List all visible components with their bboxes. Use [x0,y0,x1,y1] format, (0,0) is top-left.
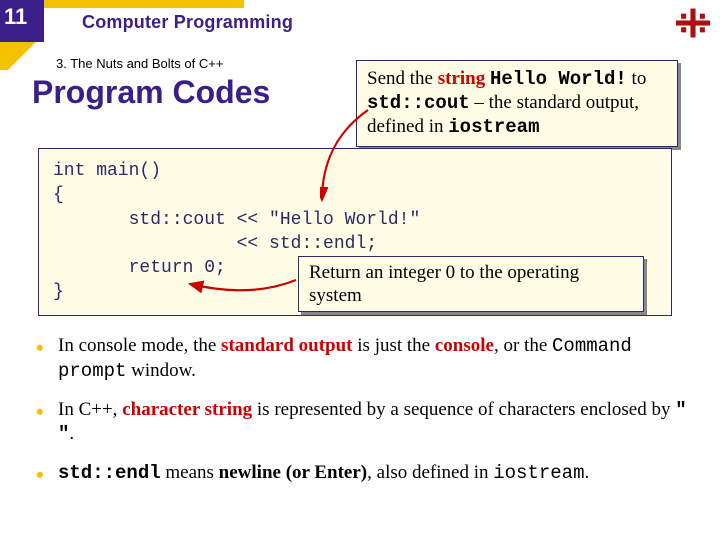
code-line: << std::endl; [53,234,377,254]
text: is represented by a sequence of characte… [252,399,675,420]
bullet-list: In console mode, the standard output is … [34,334,690,500]
text: In C++, [58,399,122,420]
text: Send the [367,68,438,89]
code-line: int main() [53,161,161,181]
text: , also defined in [367,462,493,483]
code-line: } [53,282,64,302]
list-item: std::endl means newline (or Enter), also… [34,461,690,486]
page-number: 11 [4,4,27,30]
page-title: Program Codes [32,74,270,111]
text-cout: std::cout [367,92,470,114]
text: is just the [353,335,435,356]
section-label: 3. The Nuts and Bolts of C++ [56,56,223,71]
text-hello: Hello World! [490,68,627,90]
code-line: std::cout << "Hello World!" [53,210,420,230]
text: to [627,68,647,89]
text: . [69,423,74,444]
text: Return an integer 0 to the operating sys… [309,262,579,306]
page-number-box: 11 [0,0,44,42]
text-string: string [438,68,486,89]
header-title: Computer Programming [82,12,293,33]
list-item: In console mode, the standard output is … [34,334,690,384]
list-item: In C++, character string is represented … [34,398,690,448]
text: window. [126,360,196,381]
text: . [584,462,589,483]
code-line: { [53,185,64,205]
text-iostream2: iostream [493,462,584,484]
accent-bar [44,0,244,8]
text: In console mode, the [58,335,221,356]
text: means [161,462,219,483]
text-charstring: character string [122,399,252,420]
callout-return: Return an integer 0 to the operating sys… [298,256,644,312]
callout-cout: Send the string Hello World! to std::cou… [356,60,678,147]
text-console: console [435,335,494,356]
text-stdout: standard output [221,335,352,356]
text-iostream: iostream [448,116,539,138]
accent-corner [0,42,44,70]
text: , or the [494,335,552,356]
university-logo [676,8,710,38]
text-endl: std::endl [58,462,161,484]
text-newline: newline (or Enter) [219,462,367,483]
code-line: return 0; [53,258,226,278]
